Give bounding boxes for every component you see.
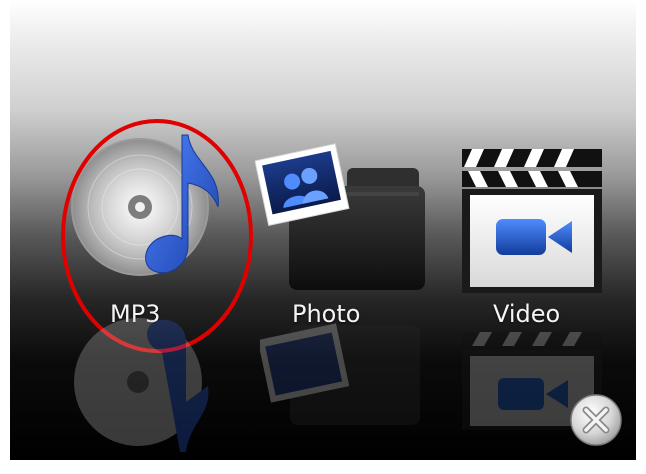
mp3-reflection [62, 312, 222, 452]
clapperboard-camera-icon [462, 149, 602, 293]
photo-folder-icon [255, 143, 425, 290]
close-icon [570, 394, 622, 446]
close-button[interactable] [568, 392, 624, 448]
launcher-screen: MP3 Photo Video [10, 0, 636, 460]
app-video[interactable] [450, 145, 610, 300]
photo-reflection [257, 315, 430, 435]
app-photo[interactable] [255, 140, 435, 300]
